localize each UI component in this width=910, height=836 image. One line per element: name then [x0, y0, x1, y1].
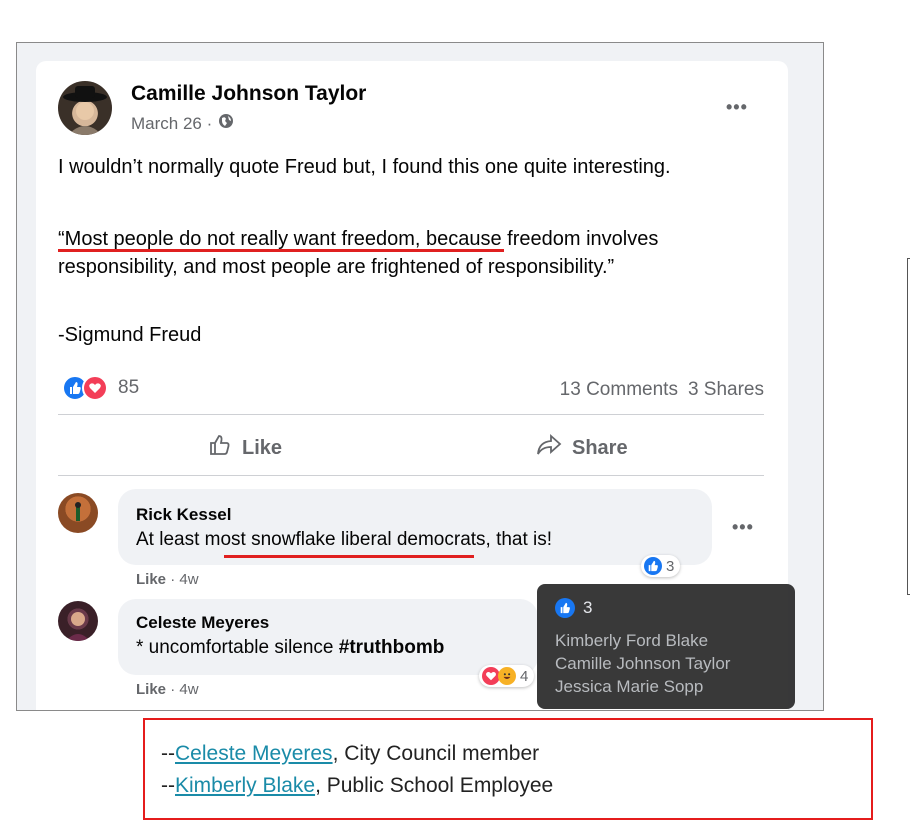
post-meta: March 26 ·	[131, 113, 234, 134]
commenter-avatar[interactable]	[58, 493, 98, 533]
comment-reaction-badge[interactable]: 4	[479, 665, 535, 687]
love-reaction-icon	[82, 375, 108, 401]
post-paragraph-2: “Most people do not really want freedom,…	[58, 228, 659, 278]
highlight-underline-quote	[58, 249, 504, 252]
tooltip-names: Kimberly Ford Blake Camille Johnson Tayl…	[555, 629, 730, 698]
like-reaction-icon	[644, 557, 662, 575]
post-paragraph-1: I wouldn’t normally quote Freud but, I f…	[58, 156, 671, 178]
author-name[interactable]: Camille Johnson Taylor	[131, 82, 366, 106]
share-button-label: Share	[572, 436, 628, 459]
annotation-role: , City Council member	[332, 742, 540, 765]
comment-like-link[interactable]: Like	[136, 681, 166, 698]
tooltip-name: Camille Johnson Taylor	[555, 654, 731, 673]
comments-count-link[interactable]: 13 Comments	[560, 379, 678, 401]
post-date[interactable]: March 26 ·	[131, 114, 212, 134]
post-stats: 13 Comments 3 Shares	[560, 379, 764, 401]
tooltip-count: 3	[583, 598, 593, 617]
kimberly-link[interactable]: Kimberly Blake	[175, 774, 315, 797]
post-reactions[interactable]: 85	[62, 375, 139, 401]
commenter-avatar[interactable]	[58, 601, 98, 641]
divider-bottom	[58, 475, 764, 476]
annotation-role: , Public School Employee	[315, 774, 554, 797]
comment-actions: Like · 4w	[136, 571, 199, 588]
reaction-count: 85	[118, 377, 140, 398]
celeste-link-text: Celeste Meyeres	[175, 742, 333, 765]
share-button[interactable]: Share	[536, 433, 628, 463]
comment-reaction-badge[interactable]: 3	[641, 555, 681, 577]
shares-count-link[interactable]: 3 Shares	[688, 379, 764, 401]
comment-actions: Like · 4w	[136, 681, 199, 698]
thumbs-up-icon	[208, 433, 232, 463]
like-button-label: Like	[242, 436, 283, 459]
haha-reaction-icon	[498, 667, 516, 685]
comment-like-link[interactable]: Like	[136, 571, 166, 588]
like-button[interactable]: Like	[208, 433, 282, 463]
comment-time[interactable]: · 4w	[170, 571, 198, 588]
reaction-tooltip: 3 Kimberly Ford Blake Camille Johnson Ta…	[537, 584, 795, 709]
celeste-link[interactable]: Celeste Meyeres	[175, 742, 333, 765]
comment-text: * uncomfortable silence #truthbomb	[136, 637, 444, 659]
annotation-box: --Celeste Meyeres, City Council member -…	[143, 718, 873, 820]
commenter-name[interactable]: Celeste Meyeres	[136, 613, 269, 633]
globe-icon	[218, 113, 234, 134]
comment-text: At least most snowflake liberal democrat…	[136, 529, 553, 550]
highlight-underline-comment	[224, 555, 474, 558]
dash-prefix: --	[161, 742, 175, 765]
comment-time[interactable]: · 4w	[170, 681, 198, 698]
comment-bubble	[118, 489, 712, 565]
comment-reaction-count: 3	[666, 557, 675, 575]
tooltip-name: Kimberly Ford Blake	[555, 631, 709, 650]
comment-reaction-count: 4	[520, 667, 529, 685]
divider-top	[58, 414, 764, 415]
share-arrow-icon	[536, 433, 562, 463]
post-options-icon[interactable]: •••	[726, 97, 748, 118]
author-avatar[interactable]	[58, 81, 112, 135]
annotation-line-1: --Celeste Meyeres, City Council member	[161, 742, 539, 766]
tooltip-header: 3	[555, 598, 592, 618]
comment-text-plain: * uncomfortable silence	[136, 637, 339, 658]
like-reaction-icon	[555, 598, 575, 618]
comment-options-icon[interactable]: •••	[732, 517, 754, 538]
annotation-line-2: --Kimberly Blake, Public School Employee	[161, 774, 553, 798]
dash-prefix: --	[161, 774, 175, 797]
hashtag-link[interactable]: #truthbomb	[339, 637, 445, 658]
tooltip-name: Jessica Marie Sopp	[555, 677, 704, 696]
post-paragraph-3: -Sigmund Freud	[58, 324, 202, 346]
commenter-name[interactable]: Rick Kessel	[136, 505, 231, 525]
